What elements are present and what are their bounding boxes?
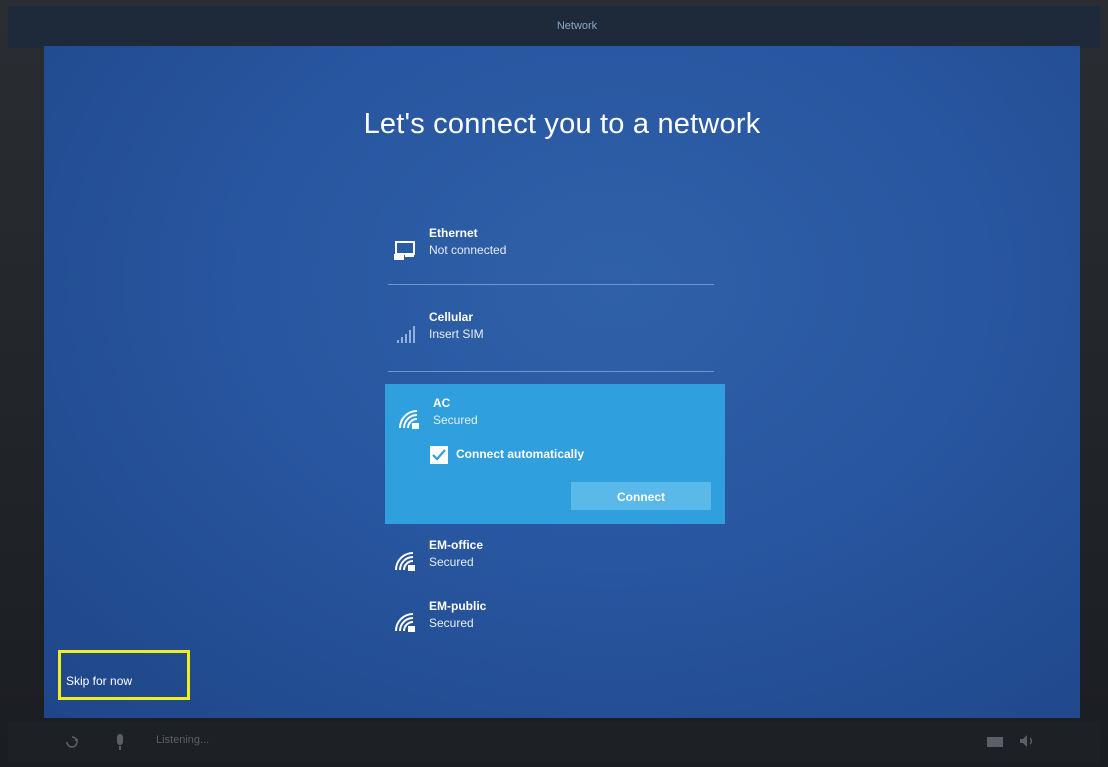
checkmark-icon xyxy=(432,449,446,461)
connect-automatically-label: Connect automatically xyxy=(456,447,585,461)
network-status: Insert SIM xyxy=(429,327,484,341)
network-status: Not connected xyxy=(429,243,507,257)
connect-button[interactable]: Connect xyxy=(571,482,711,510)
wifi-secured-icon xyxy=(399,410,419,429)
divider xyxy=(388,284,714,285)
network-item-em-public[interactable]: EM-public Secured xyxy=(393,599,713,649)
network-name: EM-public xyxy=(429,599,487,613)
connect-automatically-checkbox[interactable] xyxy=(430,446,448,464)
network-name: Ethernet xyxy=(429,226,478,240)
network-item-cellular[interactable]: Cellular Insert SIM xyxy=(393,310,713,360)
network-item-ac[interactable]: AC Secured xyxy=(397,396,717,446)
highlight-box xyxy=(58,650,190,700)
network-item-ethernet[interactable]: Ethernet Not connected xyxy=(393,226,713,276)
network-name: EM-office xyxy=(429,538,483,552)
wifi-secured-icon xyxy=(395,613,415,632)
network-name: Cellular xyxy=(429,310,474,324)
bottom-bar: Listening... xyxy=(8,722,1100,762)
network-status: Secured xyxy=(429,555,474,569)
network-item-em-office[interactable]: EM-office Secured xyxy=(393,538,713,588)
volume-icon[interactable] xyxy=(1018,733,1036,749)
listening-status: Listening... xyxy=(156,734,210,746)
network-item-ac-selected[interactable]: AC Secured Connect automatically Connect xyxy=(385,384,725,524)
tab-network: Network xyxy=(478,6,676,48)
ease-of-access-icon[interactable] xyxy=(64,734,80,750)
microphone-icon[interactable] xyxy=(114,733,126,751)
cellular-signal-icon xyxy=(397,326,415,343)
network-name: AC xyxy=(433,396,451,410)
page-title: Let's connect you to a network xyxy=(363,108,761,140)
divider xyxy=(388,371,714,372)
network-status: Secured xyxy=(433,413,478,427)
network-status: Secured xyxy=(429,616,474,630)
setup-screen: Let's connect you to a network Ethernet … xyxy=(44,46,1080,718)
wifi-secured-icon xyxy=(395,552,415,571)
keyboard-icon[interactable] xyxy=(986,735,1004,749)
ethernet-icon xyxy=(394,241,415,260)
